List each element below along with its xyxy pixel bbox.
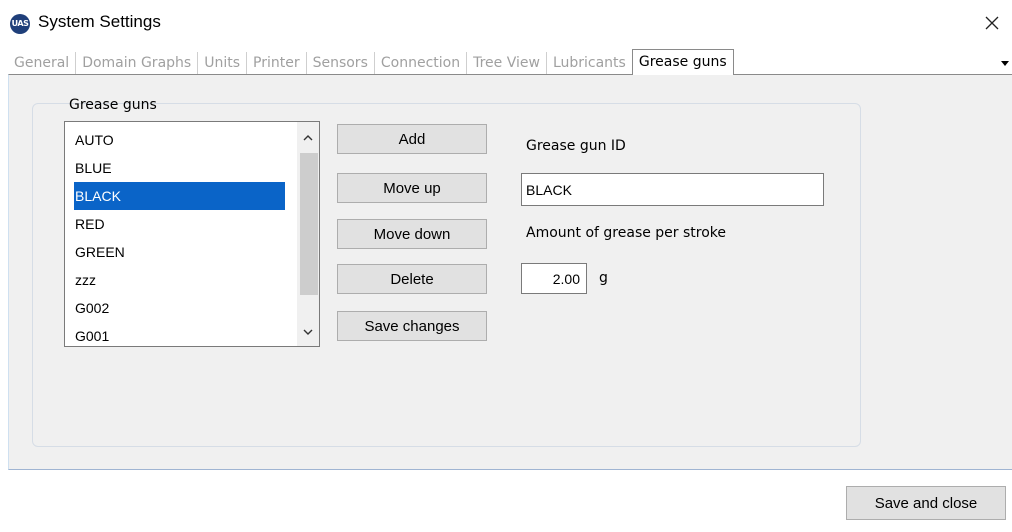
tab-scroll-button[interactable] xyxy=(998,56,1012,70)
settings-tab-strip: General Domain Graphs Units Printer Sens… xyxy=(8,49,1012,75)
tab-tree-view[interactable]: Tree View xyxy=(467,52,547,74)
tab-general[interactable]: General xyxy=(8,52,77,74)
chevron-down-icon xyxy=(303,329,313,335)
list-item[interactable]: G002 xyxy=(65,294,295,322)
move-up-button[interactable]: Move up xyxy=(337,173,487,203)
list-scrollbar[interactable] xyxy=(297,122,319,346)
window-title: System Settings xyxy=(38,12,161,31)
save-and-close-button[interactable]: Save and close xyxy=(846,486,1006,520)
tab-units[interactable]: Units xyxy=(198,52,247,74)
grease-guns-list-label: Grease guns xyxy=(69,97,157,113)
save-changes-button[interactable]: Save changes xyxy=(337,311,487,341)
tab-sensors[interactable]: Sensors xyxy=(307,52,375,74)
add-button[interactable]: Add xyxy=(337,124,487,154)
triangle-down-icon xyxy=(1001,61,1009,66)
app-logo: UAS xyxy=(10,14,30,34)
close-button[interactable] xyxy=(978,10,1006,36)
scroll-down-button[interactable] xyxy=(297,321,319,343)
tab-printer[interactable]: Printer xyxy=(247,52,307,74)
scroll-up-button[interactable] xyxy=(297,127,319,149)
list-item[interactable]: zzz xyxy=(65,266,295,294)
delete-button[interactable]: Delete xyxy=(337,264,487,294)
title-bar: UAS System Settings xyxy=(0,0,1012,46)
tab-grease-guns[interactable]: Grease guns xyxy=(631,49,734,75)
grease-guns-list: AUTO BLUE BLACK RED GREEN zzz G002 G001 xyxy=(65,126,295,346)
list-item[interactable]: G001 xyxy=(65,322,295,346)
list-item[interactable]: BLUE xyxy=(65,154,295,182)
grease-gun-id-label: Grease gun ID xyxy=(526,138,626,154)
close-icon xyxy=(985,16,999,30)
move-down-button[interactable]: Move down xyxy=(337,219,487,249)
system-settings-window: UAS System Settings General Domain Graph… xyxy=(0,0,1012,532)
grease-guns-listbox[interactable]: AUTO BLUE BLACK RED GREEN zzz G002 G001 xyxy=(64,121,320,347)
list-item[interactable]: AUTO xyxy=(65,126,295,154)
amount-per-stroke-input[interactable] xyxy=(521,263,587,294)
grease-gun-id-input[interactable] xyxy=(521,173,824,206)
chevron-up-icon xyxy=(303,135,313,141)
scroll-thumb[interactable] xyxy=(300,153,318,295)
list-item[interactable]: RED xyxy=(65,210,295,238)
list-item-selected[interactable]: BLACK xyxy=(74,182,285,210)
tab-lubricants[interactable]: Lubricants xyxy=(547,52,632,74)
amount-unit-label: g xyxy=(599,270,608,286)
list-item[interactable]: GREEN xyxy=(65,238,295,266)
amount-per-stroke-label: Amount of grease per stroke xyxy=(526,225,727,241)
tab-connection[interactable]: Connection xyxy=(375,52,468,74)
tab-domain-graphs[interactable]: Domain Graphs xyxy=(76,52,199,74)
